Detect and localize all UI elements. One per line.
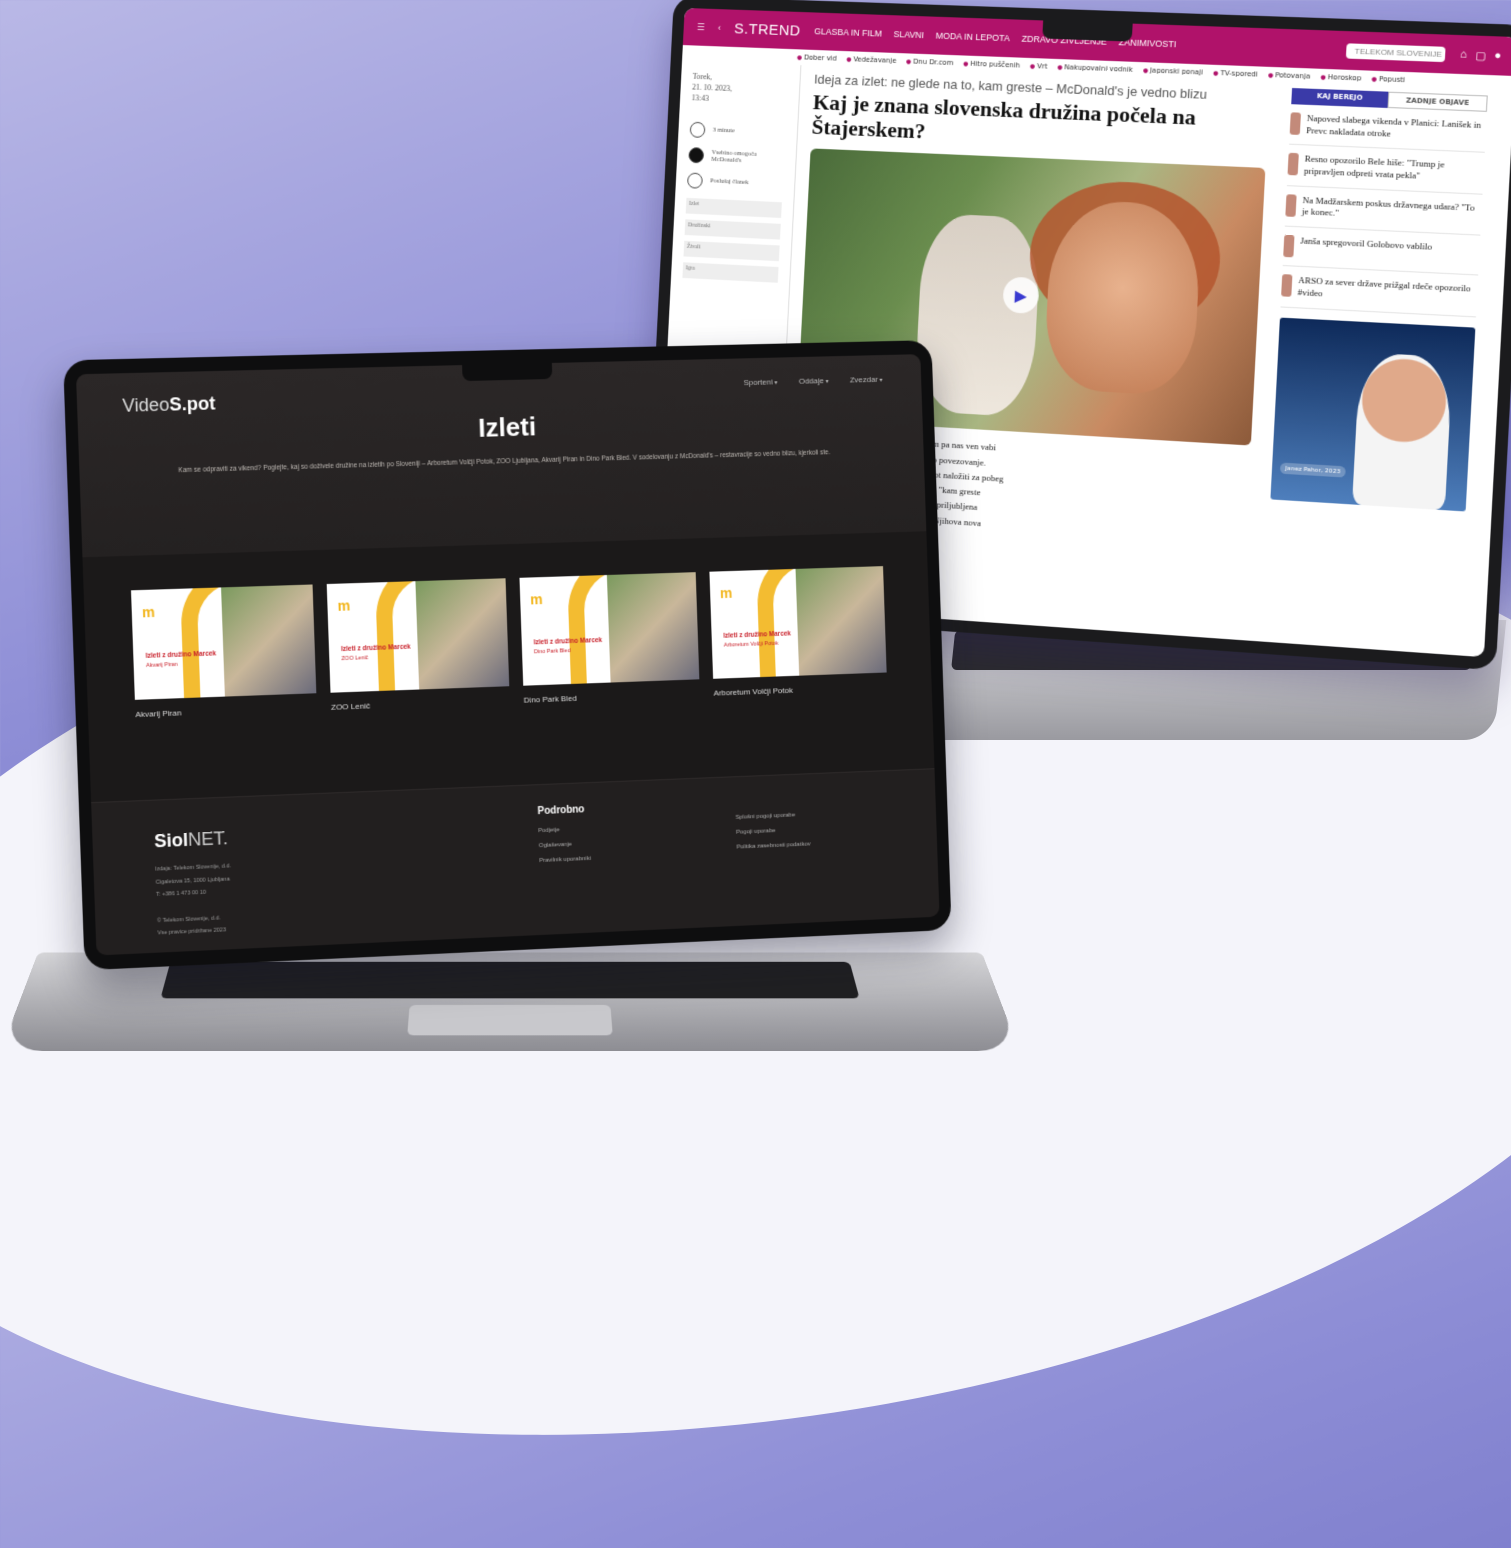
subnav-item[interactable]: Vrt: [1030, 62, 1048, 71]
user-icon[interactable]: ⌂: [1460, 48, 1468, 62]
tag-field[interactable]: Izlet: [686, 197, 782, 217]
header-icons: ⌂ ▢ ●: [1460, 48, 1502, 63]
menu-item[interactable]: Zvezdar: [850, 375, 883, 385]
tag-field[interactable]: Živali: [684, 240, 780, 260]
nav-item[interactable]: GLASBA IN FILM: [814, 26, 882, 38]
subnav-item[interactable]: Potovanja: [1268, 71, 1311, 81]
trending-sidebar: KAJ BEREJO ZADNJE OBJAVE Napoved slabega…: [1252, 84, 1496, 658]
video-card-title[interactable]: Dino Park Bled: [524, 689, 700, 704]
video-thumbnail[interactable]: m Izleti z družino Marcek Akvarij Piran: [131, 584, 316, 699]
site-logo[interactable]: S.TREND: [734, 20, 801, 39]
thermometer-icon: [1287, 153, 1298, 176]
footer-link[interactable]: Pravilnik uporabniki: [539, 852, 591, 869]
headphones-icon: [687, 172, 703, 188]
subnav-item[interactable]: Dober vid: [797, 53, 837, 62]
subnav-item[interactable]: Hitro puščenih: [963, 59, 1020, 69]
tag-field[interactable]: Družinski: [685, 219, 781, 239]
thumbnail-photo: [221, 584, 316, 696]
subnav-item[interactable]: Dnu Dr.com: [906, 57, 954, 67]
camera-notch: [1042, 20, 1132, 41]
page-description: Kam se odpraviti za vikend? Poglejte, ka…: [131, 446, 876, 479]
video-card[interactable]: m Izleti z družino Marcek Dino Park Bled…: [519, 572, 700, 705]
nav-item[interactable]: SLAVNI: [893, 29, 924, 40]
thumbnail-photo: [796, 566, 887, 676]
subnav-item[interactable]: Vedežavanje: [846, 55, 896, 65]
sponsor-note: Vsebino omogoča McDonald's: [688, 147, 784, 167]
bag-icon[interactable]: ▢: [1475, 48, 1487, 62]
nav-item[interactable]: MODA IN LEPOTA: [936, 31, 1010, 44]
ad-portrait: [1352, 352, 1453, 510]
footer-links-podrobno: Podrobno Podjetje Oglaševanje Pravilnik …: [537, 797, 591, 869]
main-menu: Sporteni Oddaje Zvezdar: [743, 375, 882, 387]
video-card-title[interactable]: ZOO Lenič: [331, 696, 510, 712]
footer-address: Izdaja: Telekom Slovenije, d.d. Cigaleto…: [155, 860, 234, 940]
video-card[interactable]: m Izleti z družino Marcek ZOO Lenič ZOO …: [327, 578, 510, 712]
settings-icon[interactable]: ●: [1494, 49, 1502, 63]
trending-item[interactable]: ARSO za sever države prižgal rdeče opozo…: [1281, 266, 1479, 317]
ad-caption: Janez Pahor, 2023: [1280, 462, 1346, 477]
subnav-item[interactable]: Popusti: [1371, 75, 1405, 84]
laptop-front-lid: VideoS.pot Sporteni Oddaje Zvezdar Izlet…: [63, 340, 952, 970]
thumbnail-photo: [607, 572, 699, 682]
footer-link[interactable]: Politika zasebnosti podatkov: [736, 837, 810, 855]
menu-icon[interactable]: ☰: [697, 22, 705, 33]
thermometer-icon: [1283, 235, 1294, 258]
video-card[interactable]: m Izleti z družino Marcek Arboretum Volč…: [709, 566, 887, 698]
mcdonalds-logo-icon: m: [142, 604, 155, 621]
subnav-item[interactable]: TV-sporedi: [1213, 69, 1258, 79]
footer-logo[interactable]: SiolNET.: [154, 828, 228, 852]
ad-banner[interactable]: Janez Pahor, 2023: [1270, 317, 1475, 511]
thermometer-icon: [1285, 194, 1296, 217]
reading-time: 3 minute: [690, 121, 786, 141]
video-card-title[interactable]: Arboretum Volčji Potok: [713, 682, 887, 697]
tag-field[interactable]: Igra: [682, 262, 778, 282]
laptop-front-base: [1, 953, 1020, 1051]
footer-links-legal: Splošni pogoji uporabe Pogoji uporabe Po…: [735, 808, 811, 856]
subnav-item[interactable]: Horoskop: [1320, 73, 1361, 83]
article-date: Torek, 21. 10. 2023, 13:43: [691, 71, 788, 108]
camera-notch: [462, 363, 552, 381]
footer-heading: Podrobno: [537, 797, 590, 824]
listen-button[interactable]: Poslušaj članek: [687, 172, 783, 192]
clock-icon: [690, 121, 706, 137]
menu-item[interactable]: Sporteni: [743, 377, 777, 387]
back-icon[interactable]: ‹: [718, 23, 721, 33]
sponsor-icon: [688, 147, 704, 163]
subnav-item[interactable]: Japonski ponaji: [1143, 66, 1204, 76]
subnav-item[interactable]: Nakupovalni vodnik: [1057, 63, 1133, 74]
site-logo[interactable]: VideoS.pot: [122, 393, 216, 417]
video-thumbnail[interactable]: m Izleti z družino Marcek Arboretum Volč…: [709, 566, 886, 679]
mcdonalds-logo-icon: m: [530, 591, 543, 607]
thermometer-icon: [1281, 274, 1292, 297]
video-thumbnail[interactable]: m Izleti z družino Marcek Dino Park Bled: [519, 572, 699, 686]
video-card[interactable]: m Izleti z družino Marcek Akvarij Piran …: [131, 584, 317, 719]
hero-section: VideoS.pot Sporteni Oddaje Zvezdar Izlet…: [76, 354, 926, 557]
search-input[interactable]: TELEKOM SLOVENIJE: [1346, 43, 1446, 62]
mcdonalds-logo-icon: m: [720, 585, 733, 601]
video-thumbnail[interactable]: m Izleti z družino Marcek ZOO Lenič: [327, 578, 510, 692]
mcdonalds-logo-icon: m: [337, 597, 350, 614]
thermometer-icon: [1290, 112, 1301, 135]
trackpad: [407, 1005, 613, 1035]
keyboard: [160, 962, 859, 999]
video-card-title[interactable]: Akvarij Piran: [135, 703, 317, 719]
thumbnail-photo: [415, 578, 509, 689]
menu-item[interactable]: Oddaje: [799, 376, 829, 386]
video-card-list: m Izleti z družino Marcek Akvarij Piran …: [82, 531, 931, 721]
videospot-page: VideoS.pot Sporteni Oddaje Zvezdar Izlet…: [76, 354, 940, 955]
laptop-front: VideoS.pot Sporteni Oddaje Zvezdar Izlet…: [20, 350, 1000, 1070]
site-footer: SiolNET. Izdaja: Telekom Slovenije, d.d.…: [91, 768, 939, 955]
